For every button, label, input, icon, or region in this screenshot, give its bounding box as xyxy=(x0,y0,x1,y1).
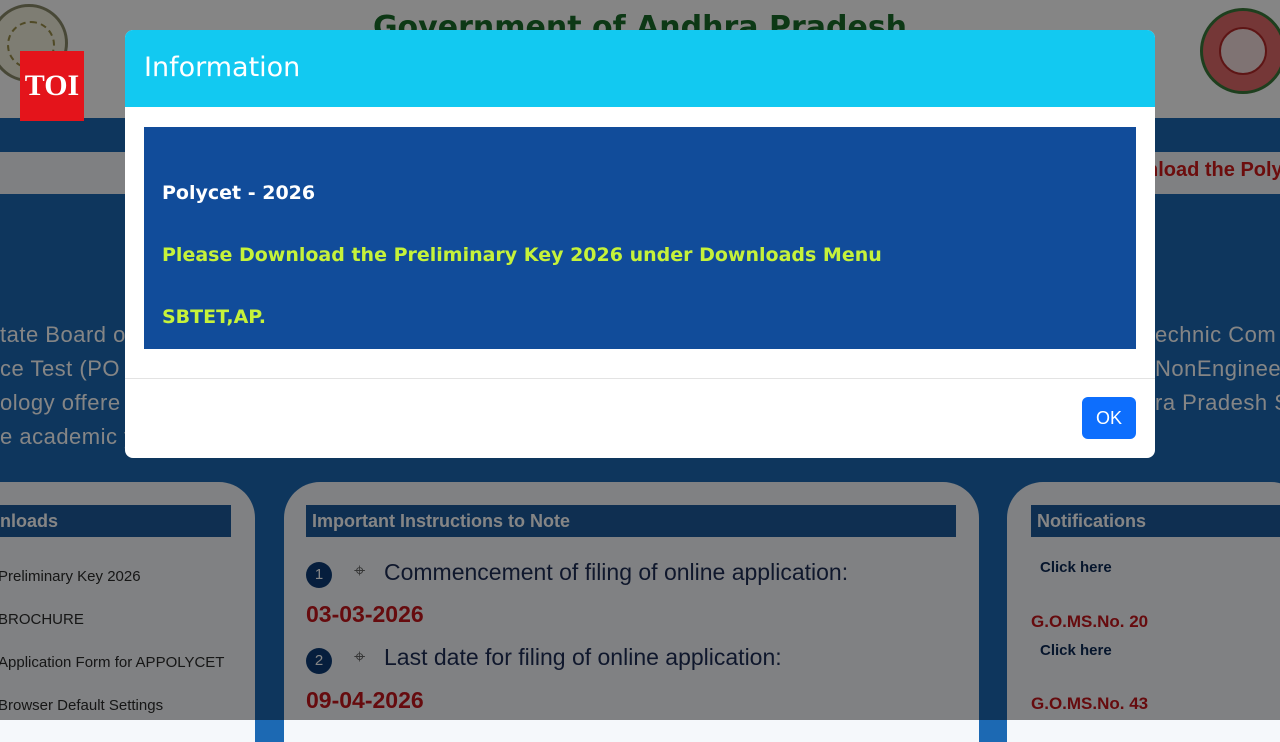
ok-button[interactable]: OK xyxy=(1082,397,1136,439)
toi-watermark-logo: TOI xyxy=(20,51,84,121)
dialog-footer-divider xyxy=(125,378,1155,379)
message-signature: SBTET,AP. xyxy=(162,306,266,328)
message-instruction: Please Download the Preliminary Key 2026… xyxy=(162,244,882,266)
dialog-header: Information xyxy=(125,30,1155,107)
information-dialog: Information Polycet - 2026 Please Downlo… xyxy=(125,30,1155,458)
dialog-title: Information xyxy=(144,52,301,83)
dialog-message-box: Polycet - 2026 Please Download the Preli… xyxy=(144,127,1136,349)
message-exam-name: Polycet - 2026 xyxy=(162,182,316,204)
